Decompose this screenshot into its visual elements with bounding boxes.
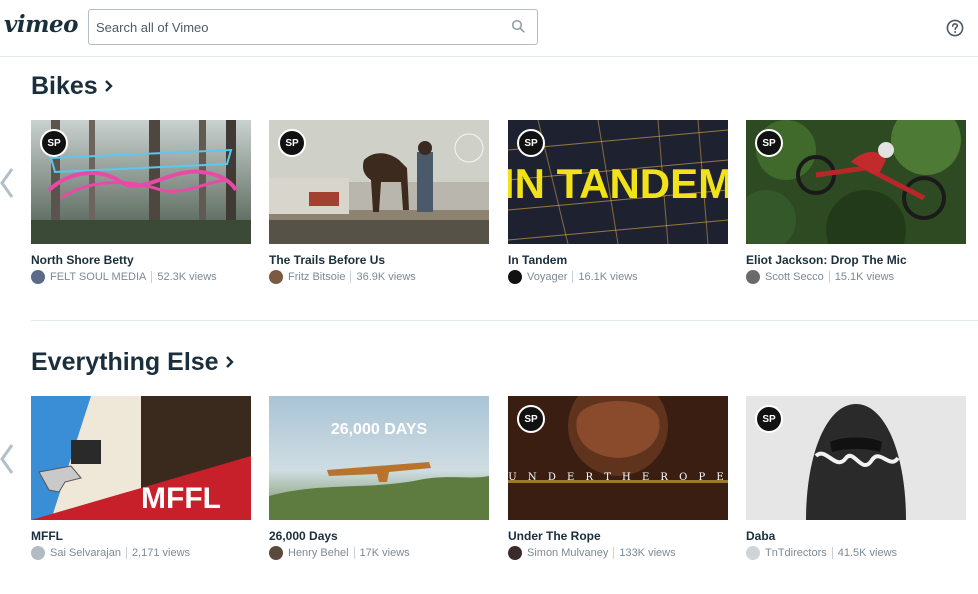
carousel-prev-arrow-icon[interactable] [0,166,16,200]
video-author[interactable]: Scott Secco [765,271,824,283]
video-thumbnail[interactable]: SP [746,120,966,244]
section-everything-else: Everything Else MFFL MFFL Sai Selvarajan… [0,333,978,594]
avatar[interactable] [746,546,760,560]
avatar[interactable] [746,270,760,284]
video-author[interactable]: TnTdirectors [765,547,827,559]
video-author[interactable]: Henry Behel [288,547,349,559]
divider [353,547,355,559]
staff-pick-badge-icon: SP [40,129,68,157]
video-views: 16.1K views [578,271,638,283]
avatar[interactable] [508,546,522,560]
top-bar: vimeo [0,0,978,57]
search-input[interactable] [96,17,496,37]
divider [151,271,153,283]
video-meta: Scott Secco 15.1K views [746,269,894,285]
staff-pick-badge-icon: SP [517,405,545,433]
avatar[interactable] [31,546,45,560]
thumbnail-text: U N D E R T H E R O P E [508,472,727,483]
video-title[interactable]: MFFL [31,529,63,543]
divider [613,547,615,559]
video-thumbnail[interactable]: SP [746,396,966,520]
thumbnail-text: IN TANDEM [508,160,728,207]
video-thumbnail[interactable]: IN TANDEM SP [508,120,728,244]
video-meta: TnTdirectors 41.5K views [746,545,897,561]
video-title[interactable]: North Shore Betty [31,253,134,267]
avatar[interactable] [269,546,283,560]
avatar[interactable] [269,270,283,284]
video-author[interactable]: Voyager [527,271,567,283]
video-views: 41.5K views [837,547,898,559]
video-thumbnail[interactable]: U N D E R T H E R O P E SP [508,396,728,520]
video-meta: Voyager 16.1K views [508,269,638,285]
help-icon[interactable] [946,19,964,37]
divider [350,271,352,283]
video-views: 17K views [359,547,410,559]
carousel-prev-arrow-icon[interactable] [0,442,16,476]
staff-pick-badge-icon: SP [278,129,306,157]
section-title-bikes[interactable]: Bikes [31,72,113,101]
divider [831,547,833,559]
staff-pick-badge-icon: SP [755,405,783,433]
video-title[interactable]: In Tandem [508,253,567,267]
video-meta: Simon Mulvaney 133K views [508,545,676,561]
video-meta: FELT SOUL MEDIA 52.3K views [31,269,217,285]
video-title[interactable]: Eliot Jackson: Drop The Mic [746,253,907,267]
video-author[interactable]: Fritz Bitsoie [288,271,345,283]
divider [572,271,574,283]
video-thumbnail[interactable]: SP [31,120,251,244]
thumbnail-text: MFFL [141,482,221,515]
video-views: 36.9K views [356,271,416,283]
video-meta: Sai Selvarajan 2,171 views [31,545,190,561]
staff-pick-badge-icon: SP [517,129,545,157]
video-meta: Fritz Bitsoie 36.9K views [269,269,416,285]
chevron-right-icon [225,356,234,368]
vimeo-logo[interactable]: vimeo [4,11,78,38]
search-box[interactable] [88,9,538,45]
section-divider [31,320,978,321]
divider [828,271,830,283]
chevron-right-icon [104,80,113,92]
video-title[interactable]: 26,000 Days [269,529,338,543]
video-author[interactable]: FELT SOUL MEDIA [50,271,146,283]
avatar[interactable] [31,270,45,284]
video-views: 52.3K views [157,271,217,283]
staff-pick-badge-icon: SP [755,129,783,157]
section-bikes: Bikes SP North Shore Betty FELT SOUL MED… [0,57,978,320]
search-icon[interactable] [511,19,525,33]
video-thumbnail[interactable]: MFFL [31,396,251,520]
video-views: 2,171 views [131,547,191,559]
avatar[interactable] [508,270,522,284]
video-views: 133K views [619,547,676,559]
video-thumbnail[interactable]: 26,000 DAYS [269,396,489,520]
video-author[interactable]: Sai Selvarajan [50,547,121,559]
video-title[interactable]: Under The Rope [508,529,601,543]
video-author[interactable]: Simon Mulvaney [527,547,608,559]
video-title[interactable]: The Trails Before Us [269,253,385,267]
video-views: 15.1K views [834,271,895,283]
thumbnail-text: 26,000 DAYS [331,421,428,438]
video-title[interactable]: Daba [746,529,775,543]
video-thumbnail[interactable]: SP [269,120,489,244]
section-title-everything-else[interactable]: Everything Else [31,348,234,377]
video-meta: Henry Behel 17K views [269,545,410,561]
divider [125,547,127,559]
